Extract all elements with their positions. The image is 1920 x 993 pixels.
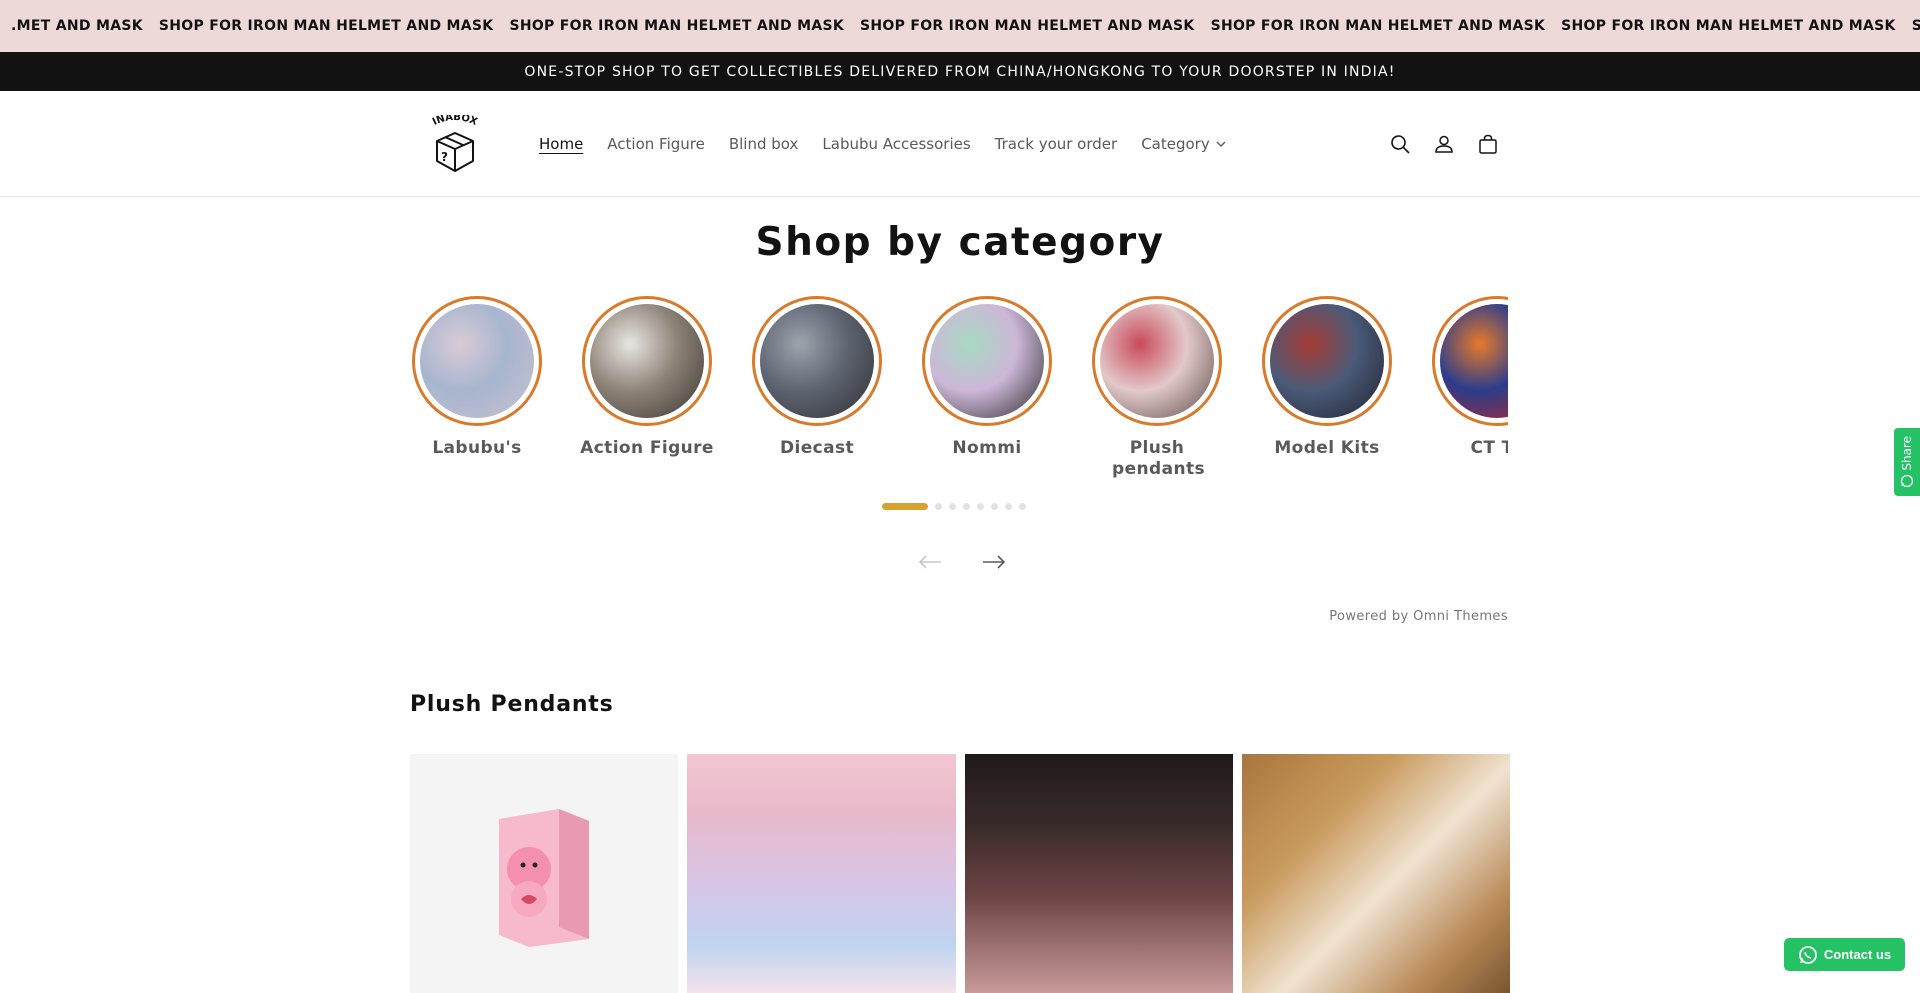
marquee-item[interactable]: SHOP FOR IRON MAN HELMET AND MASK xyxy=(1211,18,1546,34)
product-card[interactable] xyxy=(687,754,956,993)
main-nav: Home Action Figure Blind box Labubu Acce… xyxy=(539,91,1226,197)
announcement-bar: ONE-STOP SHOP TO GET COLLECTIBLES DELIVE… xyxy=(0,52,1920,91)
marquee-item[interactable]: SHOP FOR IRON MAN HELMET AND MASK xyxy=(1912,18,1920,34)
nav-home-label: Home xyxy=(539,135,584,153)
announcement-text: ONE-STOP SHOP TO GET COLLECTIBLES DELIVE… xyxy=(524,63,1396,80)
pagination-dot[interactable] xyxy=(1019,503,1026,510)
pagination-dot[interactable] xyxy=(935,503,942,510)
category-image xyxy=(1270,304,1384,418)
product-image xyxy=(499,808,590,947)
nav-blind-box[interactable]: Blind box xyxy=(729,135,799,153)
category-image xyxy=(1440,304,1508,418)
marquee-track: .MET AND MASK SHOP FOR IRON MAN HELMET A… xyxy=(11,0,1920,52)
category-image xyxy=(1100,304,1214,418)
category-ring xyxy=(1092,296,1222,426)
svg-text:?: ? xyxy=(441,150,448,164)
category-label: Plush pendants xyxy=(1112,438,1205,479)
category-item[interactable]: Diecast xyxy=(750,296,884,459)
category-label: Nommi xyxy=(952,438,1022,458)
chevron-down-icon xyxy=(1216,141,1226,147)
marquee-item[interactable]: SHOP FOR IRON MAN HELMET AND MASK xyxy=(860,18,1195,34)
category-ring xyxy=(752,296,882,426)
category-label: Model Kits xyxy=(1274,438,1380,458)
nav-track-order[interactable]: Track your order xyxy=(995,135,1118,153)
logo-text: INABOX xyxy=(431,112,479,128)
category-ring xyxy=(1432,296,1508,426)
category-item[interactable]: Labubu's xyxy=(410,296,544,459)
product-card[interactable] xyxy=(964,754,1233,993)
marquee-item[interactable]: SHOP FOR IRON MAN HELMET AND MASK xyxy=(159,18,494,34)
pagination-dot[interactable] xyxy=(882,503,928,510)
share-label: Share xyxy=(1900,435,1914,471)
header-actions xyxy=(1388,91,1500,197)
marquee-bar: .MET AND MASK SHOP FOR IRON MAN HELMET A… xyxy=(0,0,1920,52)
search-icon[interactable] xyxy=(1388,132,1412,156)
carousel-arrows xyxy=(916,548,1008,576)
previous-arrow-icon[interactable] xyxy=(916,548,944,576)
next-arrow-icon[interactable] xyxy=(980,548,1008,576)
marquee-item[interactable]: .MET AND MASK xyxy=(11,18,143,34)
category-item[interactable]: Nommi xyxy=(920,296,1054,459)
powered-by[interactable]: Powered by Omni Themes xyxy=(1329,609,1508,624)
product-card[interactable] xyxy=(410,754,679,993)
pagination-dot[interactable] xyxy=(991,503,998,510)
product-card[interactable] xyxy=(1241,754,1510,993)
logo-box-icon: INABOX ? xyxy=(431,112,479,172)
nav-blind-box-label: Blind box xyxy=(728,135,799,153)
whatsapp-icon xyxy=(1799,945,1817,964)
whatsapp-icon xyxy=(1900,475,1914,488)
category-image xyxy=(420,304,534,418)
category-item[interactable]: Plush pendants xyxy=(1090,296,1224,480)
cart-icon[interactable] xyxy=(1476,132,1500,156)
category-label: Action Figure xyxy=(580,438,714,458)
account-icon[interactable] xyxy=(1432,132,1456,156)
contact-us-label: Contact us xyxy=(1823,947,1892,962)
pagination-dot[interactable] xyxy=(963,503,970,510)
category-ring xyxy=(1262,296,1392,426)
nav-track-order-label: Track your order xyxy=(994,135,1118,153)
nav-labubu-accessories[interactable]: Labubu Accessories xyxy=(822,135,970,153)
category-image xyxy=(590,304,704,418)
category-item[interactable]: CT To xyxy=(1430,296,1508,459)
category-image xyxy=(760,304,874,418)
nav-action-figure-label: Action Figure xyxy=(607,135,705,153)
category-ring xyxy=(412,296,542,426)
category-carousel: Labubu's Action Figure Diecast Nommi Plu… xyxy=(410,296,1508,486)
pagination-dot[interactable] xyxy=(949,503,956,510)
category-ring xyxy=(582,296,712,426)
nav-action-figure[interactable]: Action Figure xyxy=(607,135,705,153)
plush-section-title: Plush Pendants xyxy=(410,692,614,717)
nav-home[interactable]: Home xyxy=(539,135,583,153)
category-item[interactable]: Model Kits xyxy=(1260,296,1394,459)
share-tab[interactable]: Share xyxy=(1894,428,1920,496)
marquee-item[interactable]: SHOP FOR IRON MAN HELMET AND MASK xyxy=(509,18,844,34)
contact-us-button[interactable]: Contact us xyxy=(1784,938,1905,971)
category-item[interactable]: Action Figure xyxy=(580,296,714,459)
pagination-dot[interactable] xyxy=(977,503,984,510)
site-logo[interactable]: INABOX ? xyxy=(425,112,485,175)
category-label: Diecast xyxy=(779,438,855,458)
nav-category-label: Category xyxy=(1141,135,1210,153)
category-label: CT To xyxy=(1470,438,1508,458)
pagination-dot[interactable] xyxy=(1005,503,1012,510)
nav-category[interactable]: Category xyxy=(1141,135,1226,153)
category-image xyxy=(930,304,1044,418)
product-grid xyxy=(410,754,1510,993)
section-title: Shop by category xyxy=(755,220,1165,265)
nav-labubu-accessories-label: Labubu Accessories xyxy=(822,135,971,153)
carousel-pagination xyxy=(882,503,1026,510)
category-ring xyxy=(922,296,1052,426)
category-label: Labubu's xyxy=(432,438,522,458)
svg-text:INABOX: INABOX xyxy=(431,115,479,128)
site-header: INABOX ? Home Action Figure Blind box La… xyxy=(0,91,1920,197)
marquee-item[interactable]: SHOP FOR IRON MAN HELMET AND MASK xyxy=(1561,18,1896,34)
